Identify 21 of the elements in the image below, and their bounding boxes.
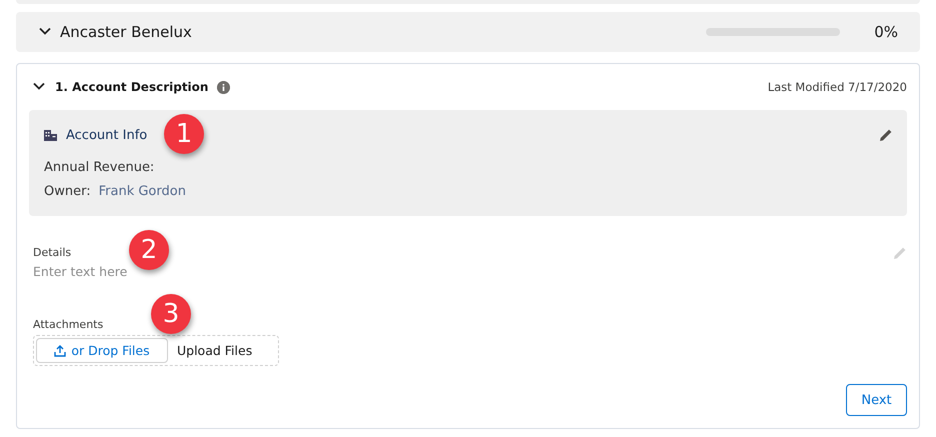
upload-files-text: Upload Files [177, 343, 252, 358]
building-icon [44, 130, 57, 140]
info-icon[interactable] [217, 80, 230, 94]
field-label: Owner: [44, 184, 91, 198]
field-label: Annual Revenue: [44, 160, 154, 174]
attachments-label: Attachments [33, 318, 104, 331]
last-modified: Last Modified 7/17/2020 [768, 80, 907, 94]
owner-link[interactable]: Frank Gordon [98, 184, 186, 198]
progress-reading: 0% [873, 23, 898, 41]
pencil-icon[interactable] [879, 128, 893, 142]
upload-button[interactable]: or Drop Files [36, 338, 168, 363]
details-label: Details [33, 246, 72, 260]
callout-badge: 3 [151, 294, 191, 334]
group-title: Ancaster Benelux [60, 23, 193, 41]
section-title: 1. Account Description [55, 80, 208, 94]
upload-icon [54, 344, 66, 356]
next-button[interactable]: Next [846, 384, 907, 416]
account-info-title: Account Info [66, 128, 148, 142]
file-drop-zone[interactable]: or Drop Files Upload Files [33, 335, 279, 366]
group-header[interactable]: Ancaster Benelux 0% [16, 12, 920, 52]
callout-badge: 2 [129, 230, 169, 270]
